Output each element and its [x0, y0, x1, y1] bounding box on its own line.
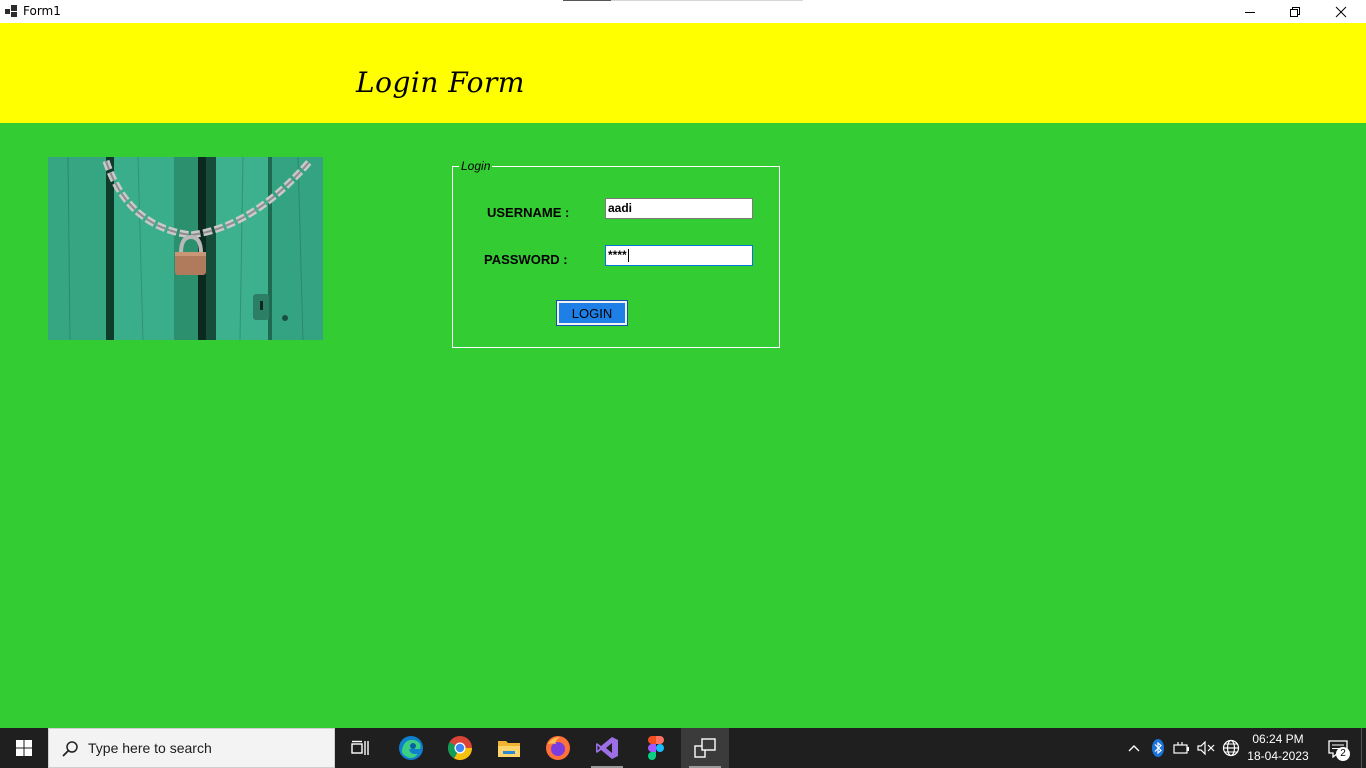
content-panel: Login USERNAME : aadi PASSWORD : **** LO… [0, 123, 1366, 728]
taskbar-file-explorer[interactable] [485, 728, 533, 768]
task-view-icon [351, 740, 369, 755]
bluetooth-icon [1152, 739, 1164, 757]
taskbar-firefox[interactable] [534, 728, 582, 768]
folder-icon [498, 741, 520, 757]
page-title: Login Form [356, 66, 525, 99]
username-label: USERNAME : [487, 205, 570, 220]
taskbar-chrome[interactable] [436, 728, 484, 768]
show-desktop-button[interactable] [1361, 728, 1366, 768]
search-icon [62, 741, 78, 757]
visual-studio-icon [596, 737, 618, 759]
notification-count-badge: 2 [1336, 747, 1350, 761]
minimize-button[interactable] [1227, 0, 1273, 23]
chevron-up-icon [1128, 745, 1140, 752]
password-label: PASSWORD : [484, 252, 568, 267]
padlock-chain-image [48, 157, 323, 340]
globe-icon [1222, 739, 1240, 757]
taskbar-form-app[interactable] [681, 728, 729, 768]
battery-tray-button[interactable] [1171, 728, 1193, 768]
text-caret [627, 249, 629, 263]
search-placeholder: Type here to search [88, 740, 212, 756]
login-groupbox: Login USERNAME : aadi PASSWORD : **** LO… [452, 159, 780, 348]
firefox-icon [546, 736, 570, 760]
restore-button[interactable] [1272, 0, 1318, 23]
title-scroll-indicator [563, 0, 803, 1]
battery-plug-icon [1173, 742, 1189, 754]
window-titlebar: Form1 [0, 0, 1366, 23]
window-title: Form1 [23, 4, 61, 18]
volume-muted-icon [1197, 741, 1215, 755]
start-button[interactable] [0, 728, 48, 768]
figma-icon [648, 736, 664, 760]
network-tray-button[interactable] [1220, 728, 1242, 768]
notifications-button[interactable]: 2 [1322, 728, 1354, 768]
task-view-button[interactable] [336, 728, 384, 768]
taskbar-visual-studio[interactable] [583, 728, 631, 768]
bluetooth-tray-button[interactable] [1148, 728, 1168, 768]
password-value: **** [608, 248, 627, 262]
form-app-icon [694, 738, 716, 758]
taskbar-clock[interactable]: 06:24 PM 18-04-2023 [1244, 731, 1312, 765]
username-value: aadi [608, 201, 633, 215]
clock-time: 06:24 PM [1252, 732, 1304, 746]
form-app-icon [5, 5, 17, 17]
taskbar-edge[interactable] [387, 728, 435, 768]
login-group-legend: Login [459, 159, 493, 173]
volume-tray-button[interactable] [1195, 728, 1217, 768]
show-hidden-icons-button[interactable] [1124, 728, 1144, 768]
close-button[interactable] [1318, 0, 1364, 23]
login-button[interactable]: LOGIN [556, 300, 628, 326]
taskbar: Type here to search 06:24 PM 18-04-2023 … [0, 728, 1366, 768]
taskbar-figma[interactable] [632, 728, 680, 768]
edge-icon [399, 736, 423, 760]
clock-date: 18-04-2023 [1247, 749, 1309, 763]
windows-logo-icon [16, 740, 32, 756]
header-panel: Login Form [0, 23, 1366, 123]
chrome-icon [447, 736, 472, 761]
password-field[interactable]: **** [605, 245, 753, 266]
username-field[interactable]: aadi [605, 198, 753, 219]
taskbar-search-box[interactable]: Type here to search [48, 728, 335, 768]
